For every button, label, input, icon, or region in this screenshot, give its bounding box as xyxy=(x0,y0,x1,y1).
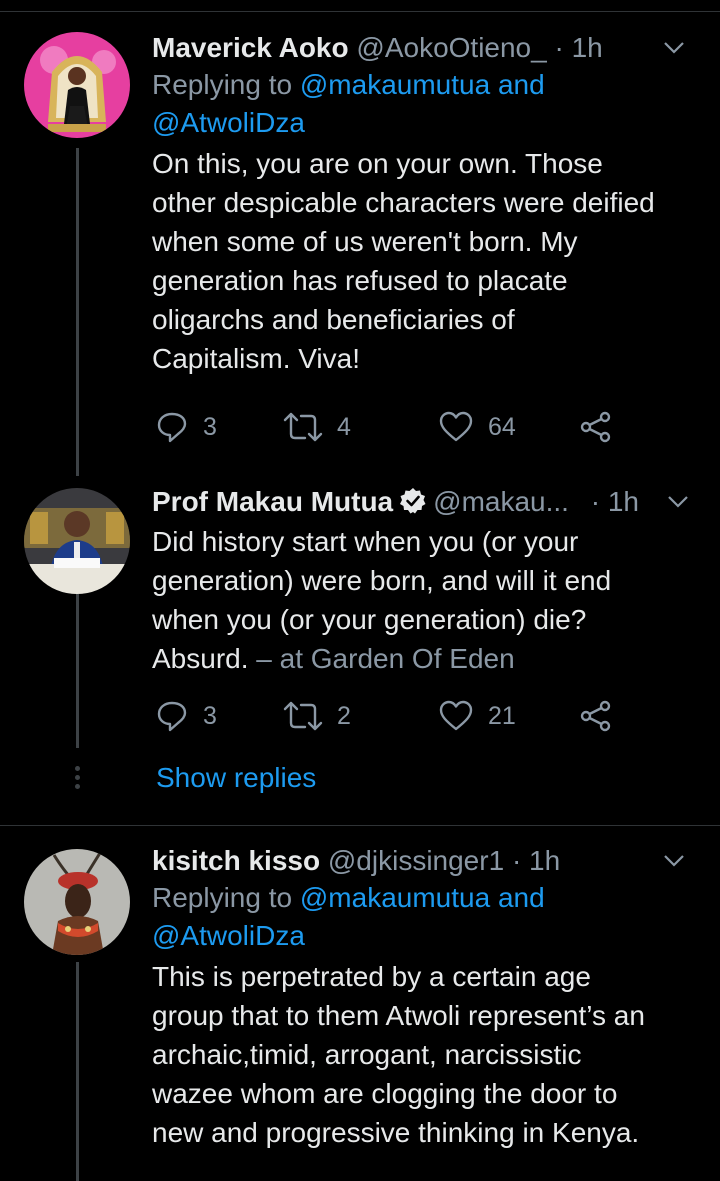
thread-dots xyxy=(74,766,81,793)
author-handle[interactable]: @djkissinger1 xyxy=(328,845,504,876)
avatar[interactable] xyxy=(24,32,130,138)
mention-link[interactable]: @makaumutua and xyxy=(300,69,545,100)
chevron-down-icon[interactable] xyxy=(664,488,692,516)
replying-to: Replying to @makaumutua and @AtwoliDza xyxy=(152,879,700,955)
show-replies-link[interactable]: Show replies xyxy=(156,760,316,796)
top-divider xyxy=(0,11,720,12)
share-button[interactable] xyxy=(579,696,627,736)
tweet-text-line: group that to them Atwoli represent’s an xyxy=(152,1000,645,1031)
tweet-text-line: Did history start when you (or your xyxy=(152,526,579,557)
like-button[interactable]: 21 xyxy=(438,696,516,736)
reply-icon xyxy=(157,701,187,732)
retweet-icon xyxy=(283,412,323,442)
reply-count: 3 xyxy=(203,412,217,441)
mention-link[interactable]: @makaumutua and xyxy=(300,882,545,913)
tweet-header: Prof Makau Mutua @makau... · 1h xyxy=(152,484,700,520)
tweet-text-line: generation has refused to placate xyxy=(152,265,568,296)
tweet-actions: 3 4 64 xyxy=(155,407,615,447)
author-name[interactable]: kisitch kisso xyxy=(152,845,320,876)
tweet[interactable]: Maverick Aoko @AokoOtieno_ · 1h Replying… xyxy=(152,30,700,378)
reply-button[interactable]: 3 xyxy=(155,696,217,736)
tweet-time: · 1h xyxy=(554,32,603,63)
retweet-icon xyxy=(283,701,323,731)
author-handle[interactable]: @AokoOtieno_ xyxy=(356,32,546,63)
share-icon xyxy=(580,700,611,732)
tweet-header: Maverick Aoko @AokoOtieno_ · 1h xyxy=(152,30,700,66)
tweet-text-line: Absurd. – at Garden Of Eden xyxy=(152,639,700,678)
tweet-time: · 1h xyxy=(590,486,639,517)
retweet-button[interactable]: 4 xyxy=(283,407,351,447)
author-name[interactable]: Prof Makau Mutua xyxy=(152,486,393,517)
thread-line xyxy=(76,148,79,476)
tweet-actions: 3 2 21 xyxy=(155,696,615,736)
heart-icon xyxy=(439,700,473,731)
tweet-text-line: other despicable characters were deified xyxy=(152,187,655,218)
reply-button[interactable]: 3 xyxy=(155,407,217,447)
location-link[interactable]: – at Garden Of Eden xyxy=(249,643,514,674)
share-icon xyxy=(580,411,611,443)
avatar[interactable] xyxy=(24,488,130,594)
verified-badge-icon xyxy=(400,488,426,514)
tweet-text-line: when you (or your generation) die? xyxy=(152,604,587,635)
chevron-down-icon[interactable] xyxy=(660,847,688,875)
tweet-text: This is perpetrated by a certain age gro… xyxy=(152,957,700,1152)
like-count: 21 xyxy=(488,701,516,730)
retweet-count: 2 xyxy=(337,701,351,730)
replying-to: Replying to @makaumutua and @AtwoliDza xyxy=(152,66,700,142)
replying-to-label: Replying to xyxy=(152,69,300,100)
like-count: 64 xyxy=(488,412,516,441)
tweet-time: · 1h xyxy=(511,845,561,876)
tweet-text-line: archaic,timid, arrogant, narcissistic xyxy=(152,1039,582,1070)
avatar[interactable] xyxy=(24,849,130,955)
tweet-text-end: Absurd. xyxy=(152,643,249,674)
reply-count: 3 xyxy=(203,701,217,730)
tweet-header: kisitch kisso @djkissinger1 · 1h xyxy=(152,843,700,879)
mention-link[interactable]: @AtwoliDza xyxy=(152,107,305,138)
tweet-text-line: generation) were born, and will it end xyxy=(152,565,612,596)
author-handle[interactable]: @makau... xyxy=(433,486,569,517)
tweet-text-line: On this, you are on your own. Those xyxy=(152,148,603,179)
like-button[interactable]: 64 xyxy=(438,407,516,447)
thread-line xyxy=(76,594,79,748)
tweet-text: Did history start when you (or your gene… xyxy=(152,522,700,678)
thread-line xyxy=(76,962,79,1181)
tweet[interactable]: Prof Makau Mutua @makau... · 1h Did histo… xyxy=(152,484,700,678)
retweet-count: 4 xyxy=(337,412,351,441)
replying-to-label: Replying to xyxy=(152,882,300,913)
tweet[interactable]: kisitch kisso @djkissinger1 · 1h Replyin… xyxy=(152,843,700,1152)
tweet-text-line: when some of us weren't born. My xyxy=(152,226,578,257)
heart-icon xyxy=(439,411,473,442)
tweet-divider xyxy=(0,825,720,826)
tweet-text-line: Capitalism. Viva! xyxy=(152,343,361,374)
share-button[interactable] xyxy=(579,407,627,447)
tweet-text-line: oligarchs and beneficiaries of xyxy=(152,304,515,335)
mention-link[interactable]: @AtwoliDza xyxy=(152,920,305,951)
tweet-text: On this, you are on your own. Those othe… xyxy=(152,144,700,378)
author-name[interactable]: Maverick Aoko xyxy=(152,32,349,63)
reply-icon xyxy=(157,412,187,443)
tweet-text-line: new and progressive thinking in Kenya. xyxy=(152,1117,640,1148)
tweet-text-line: This is perpetrated by a certain age xyxy=(152,961,591,992)
chevron-down-icon[interactable] xyxy=(660,34,688,62)
tweet-text-line: wazee whom are clogging the door to xyxy=(152,1078,618,1109)
retweet-button[interactable]: 2 xyxy=(283,696,351,736)
